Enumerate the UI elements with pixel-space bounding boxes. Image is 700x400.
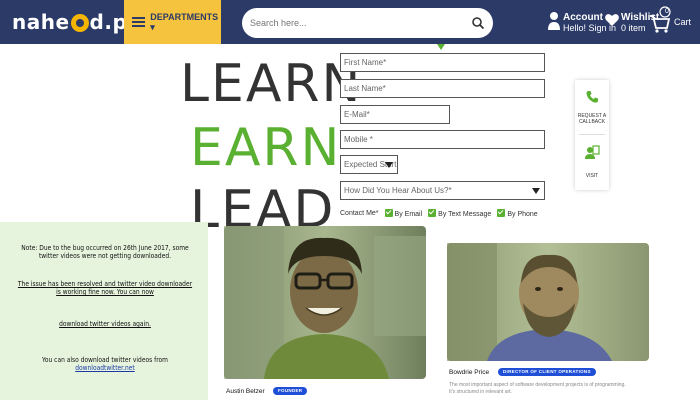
- logo-text-start: nahe: [12, 10, 70, 34]
- cart-count-badge: 0: [665, 8, 669, 15]
- by-phone-checkbox[interactable]: [497, 208, 506, 217]
- contact-preferences: Contact Me* By Email By Text Message By …: [340, 207, 538, 219]
- hero-learn-heading: LEARN: [180, 54, 363, 114]
- notice-line-1: Note: Due to the bug occurred on 26th Ju…: [21, 244, 189, 260]
- user-icon[interactable]: [547, 10, 561, 32]
- side-action-panel: REQUEST A CALLBACK VISIT: [575, 80, 609, 190]
- notice-panel: Note: Due to the bug occurred on 26th Ju…: [0, 222, 208, 400]
- wishlist-count: 0 item: [621, 23, 646, 33]
- austin-betzer-photo: [224, 226, 426, 379]
- visit-icon[interactable]: [584, 144, 600, 160]
- search-icon[interactable]: [471, 16, 485, 30]
- visit-label[interactable]: VISIT: [575, 173, 609, 179]
- site-logo[interactable]: nahe d.pk: [12, 10, 141, 34]
- search-bar: [242, 8, 493, 38]
- top-header: nahed.pk DEPARTMENTS ▾ Account Hello! Si…: [0, 0, 700, 44]
- side-divider: [579, 134, 605, 135]
- last-name-field[interactable]: Last Name*: [340, 79, 545, 98]
- search-input[interactable]: [250, 14, 460, 32]
- expected-start-select[interactable]: Expected Start Y: [340, 155, 398, 174]
- heart-icon[interactable]: [604, 12, 620, 28]
- mobile-field[interactable]: Mobile *: [340, 130, 545, 149]
- notice-line-4: You can also download twitter videos fro…: [17, 356, 192, 372]
- by-text-label: By Text Message: [438, 210, 492, 218]
- by-phone-label: By Phone: [507, 210, 538, 218]
- form-pointer-arrow: [437, 44, 445, 50]
- hamburger-icon: [132, 17, 145, 27]
- notice-line-3: download twitter videos again.: [59, 320, 151, 328]
- departments-label: DEPARTMENTS ▾: [150, 11, 219, 32]
- downloadtwitter-link[interactable]: downloadtwitter.net: [75, 364, 135, 372]
- email-field[interactable]: E-Mail*: [340, 105, 450, 124]
- person-name-1: Austin Betzer: [226, 388, 265, 395]
- heard-about-select[interactable]: How Did You Hear About Us?*: [340, 181, 545, 200]
- person-name-2: Bowdrie Price: [449, 369, 490, 376]
- first-name-field[interactable]: First Name*: [340, 53, 545, 72]
- notice-line-4-text: You can also download twitter videos fro…: [42, 356, 168, 364]
- contact-me-label: Contact Me*: [340, 209, 379, 217]
- page: nahed.pk DEPARTMENTS ▾ Account Hello! Si…: [0, 0, 700, 400]
- hero-earn-heading: EARN: [190, 118, 342, 178]
- notice-line-2: The issue has been resolved and twitter …: [17, 280, 193, 296]
- cart-label[interactable]: Cart: [674, 17, 691, 28]
- bowdrie-price-photo: [447, 243, 649, 361]
- role-badge-1: FOUNDER: [273, 387, 308, 395]
- by-email-label: By Email: [394, 210, 423, 218]
- role-badge-2: DIRECTOR OF CLIENT OPERATIONS: [498, 368, 596, 376]
- logo-o-mark: [70, 14, 89, 32]
- request-callback-label[interactable]: REQUEST A CALLBACK: [575, 113, 609, 125]
- by-phone-option[interactable]: By Phone: [497, 208, 538, 218]
- by-text-option[interactable]: By Text Message: [428, 208, 492, 218]
- departments-menu-button[interactable]: DEPARTMENTS ▾: [124, 0, 221, 44]
- by-email-checkbox[interactable]: [384, 208, 393, 217]
- person-description-2: The most important aspect of software de…: [449, 382, 626, 395]
- by-email-option[interactable]: By Email: [384, 208, 423, 218]
- by-text-checkbox[interactable]: [428, 208, 437, 217]
- phone-icon[interactable]: [585, 90, 599, 104]
